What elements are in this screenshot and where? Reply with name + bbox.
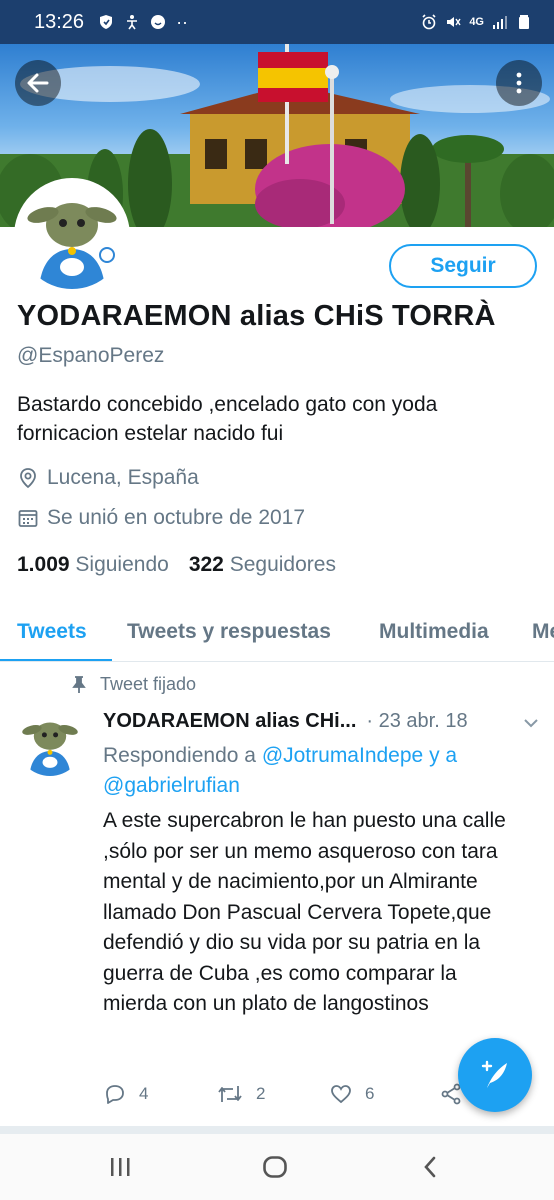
battery-icon	[519, 15, 529, 29]
reply-prefix: Respondiendo a	[103, 744, 256, 767]
back-button[interactable]	[15, 60, 61, 106]
pinned-label: Tweet fijado	[100, 674, 197, 694]
tweet-text: A este supercabron le han puesto una cal…	[103, 809, 506, 1015]
tweet-avatar-image	[17, 710, 83, 776]
more-vertical-icon	[516, 72, 522, 94]
like-button[interactable]: 6	[329, 1082, 374, 1106]
tab-likes[interactable]: Me	[532, 610, 554, 661]
following-label: Siguiendo	[75, 553, 169, 576]
network-label: 4G	[469, 16, 484, 28]
signal-icon	[493, 16, 507, 29]
following-link[interactable]: 1.009 Siguiendo	[17, 553, 169, 577]
profile-bio: Bastardo concebido ,encelado gato con yo…	[17, 393, 438, 445]
tab-media[interactable]: Multimedia	[379, 610, 489, 661]
retweet-count: 2	[256, 1084, 266, 1103]
system-nav-bar	[0, 1134, 554, 1200]
tweet-actions: 4 2 6	[103, 1082, 483, 1110]
profile-tabs: Tweets Tweets y respuestas Multimedia Me	[0, 610, 554, 662]
retweet-button[interactable]: 2	[216, 1082, 265, 1106]
smile-icon	[151, 15, 166, 29]
profile-avatar[interactable]	[14, 178, 130, 294]
recents-button[interactable]	[108, 1156, 132, 1183]
location-pin-icon	[20, 468, 36, 489]
status-dots: ··	[176, 11, 189, 32]
tweet-header: YODARAEMON alias CHi... · 23 abr. 18	[103, 710, 468, 733]
tweet-date[interactable]: · 23 abr. 18	[366, 710, 467, 733]
followers-label: Seguidores	[229, 553, 336, 576]
accessibility-icon	[127, 15, 138, 30]
tweet-author-name[interactable]: YODARAEMON alias CHi...	[103, 710, 356, 733]
followers-count: 322	[188, 553, 224, 576]
arrow-left-icon	[27, 73, 49, 93]
recents-icon	[111, 1158, 130, 1176]
home-button[interactable]	[262, 1155, 288, 1184]
tweet-avatar[interactable]	[17, 710, 83, 776]
replying-to: Respondiendo a @JotrumaIndepe y a @gabri…	[103, 741, 523, 801]
home-icon	[263, 1156, 287, 1178]
avatar-image	[19, 183, 125, 289]
status-icons-right: 4G	[421, 14, 532, 30]
mention-link-1[interactable]: @JotrumaIndepe	[262, 744, 423, 767]
status-icons-left: ··	[98, 12, 188, 33]
following-count: 1.009	[17, 553, 70, 576]
mention-link-2[interactable]: @gabrielrufian	[103, 774, 240, 797]
chevron-left-icon	[424, 1156, 436, 1178]
feed-divider	[0, 1126, 554, 1134]
reply-count: 4	[139, 1084, 149, 1103]
more-options-button[interactable]	[496, 60, 542, 106]
status-time: 13:26	[34, 10, 85, 33]
heart-icon	[331, 1085, 351, 1104]
pin-icon	[72, 675, 86, 693]
calendar-icon	[18, 510, 38, 527]
joined-text: Se unió en octubre de 2017	[47, 506, 306, 529]
pinned-indicator: Tweet fijado	[72, 674, 196, 695]
profile-handle: @EspanoPerez	[17, 344, 165, 367]
follow-counts: 1.009 Siguiendo 322 Seguidores	[17, 553, 336, 577]
reply-icon	[106, 1085, 124, 1104]
compose-feather-icon	[481, 1060, 507, 1088]
compose-tweet-button[interactable]	[458, 1038, 532, 1112]
follow-button[interactable]: Seguir	[389, 244, 537, 288]
profile-location: Lucena, España	[17, 466, 199, 490]
tab-tweets-replies[interactable]: Tweets y respuestas	[127, 610, 331, 661]
reply-button[interactable]: 4	[103, 1082, 148, 1106]
profile-joined: Se unió en octubre de 2017	[17, 506, 305, 530]
tab-tweets[interactable]: Tweets	[0, 610, 112, 661]
profile-display-name: YODARAEMON alias CHiS TORRÀ	[17, 300, 496, 332]
alarm-icon	[422, 14, 436, 30]
shield-icon	[100, 15, 113, 29]
mute-icon	[447, 17, 461, 27]
status-bar: 13:26 ·· 4G	[0, 0, 554, 44]
location-text: Lucena, España	[47, 466, 199, 489]
reply-and: y a	[429, 744, 458, 767]
chevron-down-icon	[524, 719, 538, 728]
followers-link[interactable]: 322 Seguidores	[189, 553, 336, 577]
like-count: 6	[365, 1084, 375, 1103]
tweet-menu-button[interactable]	[522, 714, 540, 737]
retweet-icon	[218, 1086, 242, 1102]
system-back-button[interactable]	[422, 1155, 438, 1184]
